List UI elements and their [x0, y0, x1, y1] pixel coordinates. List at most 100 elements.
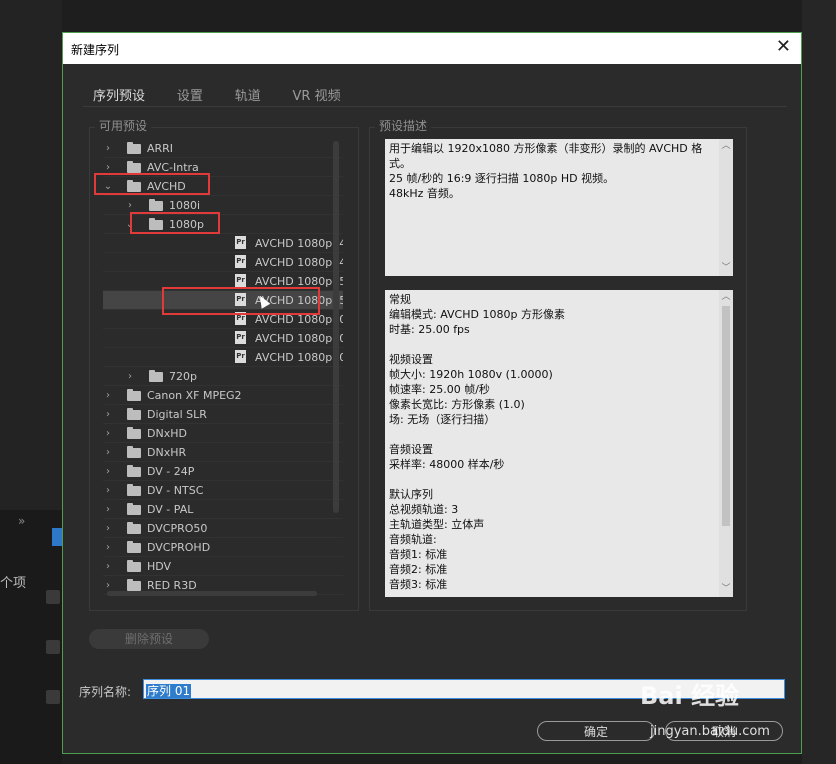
folder-icon	[149, 370, 163, 382]
folder-icon	[127, 465, 141, 477]
scrollbar-thumb[interactable]	[722, 306, 730, 526]
preset-file-icon: Pr	[235, 331, 246, 344]
sequence-name-value[interactable]: 序列 01	[146, 684, 192, 698]
scroll-down-icon[interactable]: ﹀	[719, 261, 733, 276]
ok-button[interactable]: 确定	[537, 721, 655, 741]
available-presets-label: 可用预设	[95, 117, 152, 134]
scroll-down-icon[interactable]: ﹀	[719, 582, 733, 597]
expand-arrows-icon[interactable]: »	[18, 514, 25, 528]
background-panel-right	[802, 0, 836, 764]
preset-item[interactable]: Pr AVCHD 1080p24 变形	[103, 234, 343, 253]
folder-item[interactable]: › DVCPROHD	[103, 538, 343, 557]
tree-item-label: DNxHR	[147, 446, 187, 459]
folder-item[interactable]: › HDV	[103, 557, 343, 576]
tabs-divider	[83, 106, 787, 107]
chevron-right-icon[interactable]: ›	[103, 481, 113, 500]
chevron-right-icon[interactable]: ›	[103, 386, 113, 405]
tree-item-label: AVCHD 1080p60	[255, 351, 343, 364]
chevron-right-icon[interactable]: ›	[103, 538, 113, 557]
folder-icon	[127, 389, 141, 401]
chevron-right-icon[interactable]: ›	[103, 519, 113, 538]
preset-description-label: 预设描述	[375, 117, 432, 134]
tree-item-label: HDV	[147, 560, 172, 573]
folder-item[interactable]: › ARRI	[103, 139, 343, 158]
baidu-watermark-logo: Bai 经验	[640, 682, 740, 710]
preset-item[interactable]: Pr AVCHD 1080p60	[103, 348, 343, 367]
text-line: 时基: 25.00 fps	[389, 323, 470, 336]
folder-item[interactable]: › DNxHR	[103, 443, 343, 462]
folder-item[interactable]: › 720p	[103, 367, 343, 386]
tool-icon[interactable]	[46, 590, 60, 604]
tree-item-label: 720p	[169, 370, 197, 383]
chevron-right-icon[interactable]: ›	[103, 405, 113, 424]
tab-vr-video[interactable]: VR 视频	[293, 85, 341, 104]
preset-file-icon: Pr	[235, 350, 246, 363]
tree-vertical-scrollbar[interactable]	[333, 141, 339, 513]
folder-item[interactable]: › Canon XF MPEG2	[103, 386, 343, 405]
tab-tracks[interactable]: 轨道	[235, 85, 261, 104]
tree-item-label: ARRI	[147, 142, 174, 155]
tree-item-label: DV - PAL	[147, 503, 194, 516]
tree-item-label: Digital SLR	[147, 408, 207, 421]
tree-horizontal-scrollbar[interactable]	[107, 591, 317, 596]
tab-sequence-presets[interactable]: 序列预设	[93, 85, 146, 107]
tree-item-label: DV - 24P	[147, 465, 195, 478]
folder-item[interactable]: › DVCPRO50	[103, 519, 343, 538]
chevron-right-icon[interactable]: ›	[103, 462, 113, 481]
folder-icon	[127, 560, 141, 572]
text-line: 视频设置	[389, 353, 433, 366]
text-line: 默认序列	[389, 488, 433, 501]
chevron-right-icon[interactable]: ›	[103, 500, 113, 519]
preset-tree[interactable]: › ARRI › AVC-Intra ⌄ AVCHD › 1080i ⌄ 1080p Pr AVCHD…	[103, 139, 343, 595]
chevron-right-icon[interactable]: ›	[125, 367, 135, 386]
scroll-up-icon[interactable]: ︿	[719, 290, 733, 305]
text-line: 常规	[389, 293, 411, 306]
folder-icon	[127, 503, 141, 515]
chevron-right-icon[interactable]: ›	[103, 443, 113, 462]
background-active-marker	[52, 528, 62, 546]
folder-item[interactable]: › DV - 24P	[103, 462, 343, 481]
background-items-label: 个项	[0, 576, 27, 591]
chevron-right-icon[interactable]: ›	[103, 557, 113, 576]
chevron-right-icon[interactable]: ›	[103, 139, 113, 158]
folder-item[interactable]: › DV - PAL	[103, 500, 343, 519]
details-scrollbar[interactable]: ︿ ﹀	[719, 290, 733, 597]
tree-item-label: AVCHD 1080p24 变形	[255, 237, 343, 250]
text-line: 音频3: 标准	[389, 578, 448, 591]
text-line: 总视频轨道: 3	[389, 503, 459, 516]
close-icon[interactable]: ✕	[776, 37, 791, 57]
text-line: 音频轨道:	[389, 533, 437, 546]
tree-item-label: DVCPRO50	[147, 522, 208, 535]
description-scrollbar[interactable]: ︿ ﹀	[719, 139, 733, 276]
folder-icon	[127, 142, 141, 154]
preset-item[interactable]: Pr AVCHD 1080p24	[103, 253, 343, 272]
tree-item-label: AVCHD 1080p24	[255, 256, 343, 269]
tab-settings[interactable]: 设置	[177, 85, 203, 104]
folder-icon	[127, 161, 141, 173]
text-line: 编辑模式: AVCHD 1080p 方形像素	[389, 308, 565, 321]
folder-item[interactable]: › Digital SLR	[103, 405, 343, 424]
text-line: 帧速率: 25.00 帧/秒	[389, 383, 490, 396]
folder-icon	[127, 427, 141, 439]
highlight-box-selected-preset	[162, 287, 320, 315]
scroll-up-icon[interactable]: ︿	[719, 139, 733, 154]
delete-preset-button[interactable]: 删除预设	[89, 629, 209, 649]
folder-item[interactable]: › DV - NTSC	[103, 481, 343, 500]
dialog-title: 新建序列	[71, 43, 120, 57]
chevron-right-icon[interactable]: ›	[103, 424, 113, 443]
tool-icon[interactable]	[46, 640, 60, 654]
preset-item[interactable]: Pr AVCHD 1080p50	[103, 329, 343, 348]
text-line	[389, 427, 715, 442]
text-line: 音频1: 标准	[389, 548, 448, 561]
preset-file-icon: Pr	[235, 236, 246, 249]
highlight-box-1080p	[130, 212, 220, 234]
text-line: 主轨道类型: 立体声	[389, 518, 485, 531]
text-line: 帧大小: 1920h 1080v (1.0000)	[389, 368, 553, 381]
dialog-tabs: 序列预设 设置 轨道 VR 视频	[93, 85, 369, 107]
text-line: 像素长宽比: 方形像素 (1.0)	[389, 398, 525, 411]
new-sequence-dialog: 新建序列 ✕ 序列预设 设置 轨道 VR 视频 可用预设 预设描述 › ARRI ›…	[62, 32, 802, 754]
tree-item-label: DNxHD	[147, 427, 187, 440]
tool-icon[interactable]	[46, 690, 60, 704]
folder-item[interactable]: › DNxHD	[103, 424, 343, 443]
preset-file-icon: Pr	[235, 274, 246, 287]
